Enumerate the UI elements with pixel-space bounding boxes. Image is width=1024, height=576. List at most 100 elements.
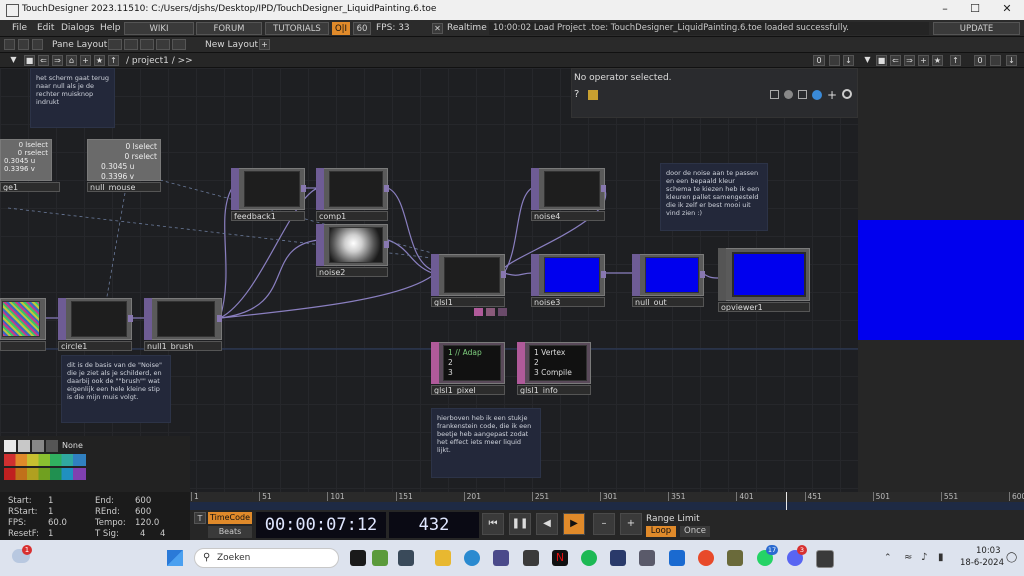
viewer-down-icon[interactable]: ↓	[1006, 55, 1017, 66]
node-glsl1-pixel[interactable]: 1 // Adap 2 3 glsl1_pixel	[431, 342, 505, 395]
fps-cap-box[interactable]: 60	[353, 22, 371, 35]
start-value[interactable]: 1	[48, 496, 53, 506]
timecode-mode-button[interactable]: TimeCode	[208, 512, 252, 524]
play-icon[interactable]: ▶	[563, 513, 585, 535]
once-button[interactable]: Once	[680, 526, 710, 537]
terminal-icon[interactable]	[398, 550, 414, 566]
bookmark-star-icon[interactable]: ★	[94, 55, 105, 66]
end-value[interactable]: 600	[135, 496, 151, 506]
viewer-add-icon[interactable]: +	[918, 55, 929, 66]
node-null-out[interactable]: null_out	[632, 254, 705, 307]
target-icon[interactable]	[842, 89, 852, 99]
tsig-value-2[interactable]: 4	[160, 529, 165, 539]
chevron-up-icon[interactable]: ⌃	[884, 553, 892, 563]
forward-icon[interactable]: ⇒	[52, 55, 63, 66]
battery-icon[interactable]: ▮	[938, 552, 944, 563]
store-icon[interactable]	[493, 550, 509, 566]
docked-pixel-toggle[interactable]	[474, 308, 483, 316]
node-circle1[interactable]: circle1	[58, 298, 133, 351]
clock-date[interactable]: 18-6-2024	[960, 558, 1004, 568]
node-opviewer1[interactable]: opviewer1	[718, 248, 810, 312]
viewer-zoom-field[interactable]: 0	[974, 55, 986, 66]
app-icon-1[interactable]	[610, 550, 626, 566]
menu-file[interactable]: File	[12, 23, 27, 33]
spotify-icon[interactable]	[581, 550, 597, 566]
playhead-marker[interactable]	[786, 492, 787, 510]
app-icon-3[interactable]	[727, 550, 743, 566]
volume-icon[interactable]: ♪	[921, 552, 927, 563]
realtime-checkbox[interactable]: ✕	[432, 23, 443, 34]
node-null-mouse[interactable]: 0 lselect 0 rselect 0.3045 u 0.3396 v nu…	[87, 139, 161, 192]
docked-info-toggle[interactable]	[486, 308, 495, 316]
rstart-value[interactable]: 1	[48, 507, 53, 517]
touchdesigner-task-icon[interactable]	[816, 550, 834, 568]
transport-toggle-icon[interactable]: T	[194, 512, 206, 524]
pane-down-icon[interactable]: ↓	[843, 55, 854, 66]
swatch-lightgray[interactable]	[18, 440, 30, 452]
color-picker-icon[interactable]	[812, 90, 822, 100]
wifi-icon[interactable]: ≈	[904, 552, 912, 563]
node-noise3[interactable]: noise3	[531, 254, 606, 307]
minecraft-icon[interactable]	[372, 550, 388, 566]
home-icon[interactable]: ⌂	[66, 55, 77, 66]
docked-vertex-toggle[interactable]	[498, 308, 507, 316]
comment-icon[interactable]	[784, 90, 793, 99]
viewer-forward-icon[interactable]: ⇒	[904, 55, 915, 66]
viewer-split-icon[interactable]	[990, 55, 1001, 66]
menu-help[interactable]: Help	[100, 23, 121, 33]
node-glsl1-info[interactable]: 1 Vertex 2 3 Compile glsl1_info	[517, 342, 591, 395]
oi-toggle[interactable]: O|I	[332, 22, 350, 35]
maximize-button[interactable]: ☐	[960, 2, 990, 18]
tempo-value[interactable]: 120.0	[135, 518, 159, 528]
layout-split-h-icon[interactable]	[124, 39, 138, 50]
step-back-icon[interactable]: ◀	[536, 513, 558, 535]
calendar-icon[interactable]	[523, 550, 539, 566]
viewer-up-icon[interactable]: ↑	[950, 55, 961, 66]
minimize-button[interactable]: –	[930, 2, 960, 18]
node-null1-brush[interactable]: null1_brush	[144, 298, 222, 351]
layout-three-icon[interactable]	[156, 39, 170, 50]
network-editor[interactable]: het scherm gaat terug naar null als je d…	[0, 68, 858, 492]
pane-menu-chevron-icon[interactable]: ▼	[8, 55, 19, 66]
comment-noise-basis[interactable]: dit is de basis van de "Noise" die je zi…	[61, 355, 171, 423]
viewer-back-icon[interactable]: ⇐	[890, 55, 901, 66]
layout-four-icon[interactable]	[172, 39, 186, 50]
step-minus-icon[interactable]: –	[593, 513, 615, 535]
timecode-display[interactable]: 00:00:07:12	[256, 512, 386, 538]
loop-button[interactable]: Loop	[646, 526, 676, 537]
comment-glsl-code[interactable]: hierboven heb ik een stukje frankenstein…	[431, 408, 541, 478]
add-layout-icon[interactable]: +	[259, 39, 270, 50]
app-icon-2[interactable]	[639, 550, 655, 566]
swatch-gray[interactable]	[32, 440, 44, 452]
add-icon[interactable]: +	[827, 88, 837, 102]
beats-mode-button[interactable]: Beats	[208, 526, 252, 538]
search-box[interactable]: ⚲ Zoeken	[194, 548, 339, 568]
edge-icon[interactable]	[464, 550, 480, 566]
swatch-darkgray[interactable]	[46, 440, 58, 452]
menu-dialogs[interactable]: Dialogs	[61, 23, 94, 33]
swatch-none-label[interactable]: None	[62, 441, 83, 450]
notification-bell-icon[interactable]: ◯	[1006, 552, 1017, 563]
network-path[interactable]: / project1 / >>	[126, 56, 193, 66]
tutorials-button[interactable]: TUTORIALS	[265, 22, 329, 35]
step-plus-icon[interactable]: +	[620, 513, 642, 535]
timeline-range-bar[interactable]	[190, 502, 1024, 510]
viewer-pane[interactable]	[858, 68, 1024, 492]
node-glsl1[interactable]: glsl1	[431, 254, 506, 307]
swatch-row-2[interactable]	[4, 454, 86, 466]
node-comp1[interactable]: comp1	[316, 168, 389, 221]
back-icon[interactable]: ⇐	[38, 55, 49, 66]
swatch-white[interactable]	[4, 440, 16, 452]
add-icon[interactable]: +	[80, 55, 91, 66]
python-icon[interactable]	[588, 90, 598, 100]
fps-value[interactable]: 60.0	[48, 518, 67, 528]
menu-edit[interactable]: Edit	[37, 23, 54, 33]
comment-color-palette[interactable]: door de noise aan te passen en een bepaa…	[660, 163, 768, 231]
rewind-icon[interactable]: ⏮	[482, 513, 504, 535]
swatch-row-3[interactable]	[4, 468, 86, 480]
wiki-button[interactable]: WIKI	[124, 22, 194, 35]
node-feedback1[interactable]: feedback1	[231, 168, 306, 221]
tsig-value-1[interactable]: 4	[140, 529, 145, 539]
file-explorer-icon[interactable]	[435, 550, 451, 566]
layout-single-icon[interactable]	[108, 39, 122, 50]
